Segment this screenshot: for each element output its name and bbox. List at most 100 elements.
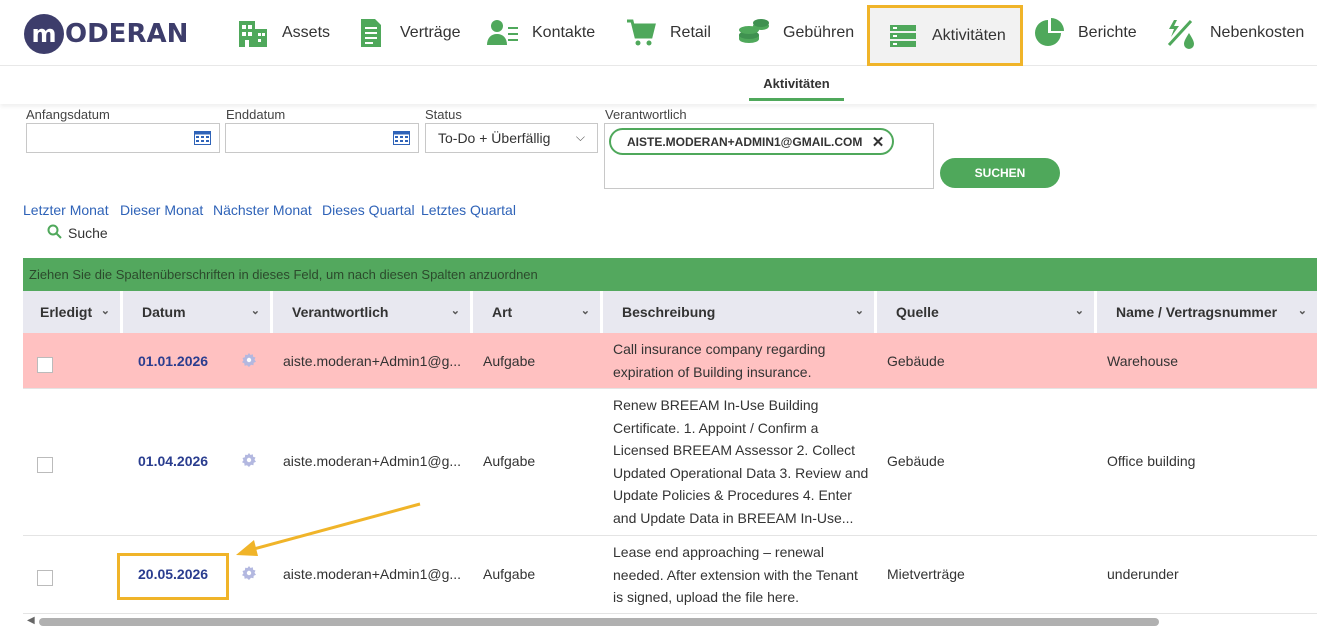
name-cell[interactable]: Office building bbox=[1107, 450, 1195, 473]
chevron-down-icon[interactable]: ⌄ bbox=[101, 304, 110, 317]
source-cell: Gebäude bbox=[887, 453, 945, 469]
responsible-cell: aiste.moderan+Admin1@g... bbox=[283, 453, 462, 469]
gear-icon[interactable] bbox=[242, 353, 256, 367]
description-line: expiration of Building insurance. bbox=[613, 363, 812, 380]
date-highlight-box bbox=[117, 553, 229, 600]
responsible-label: Verantwortlich bbox=[605, 107, 687, 122]
column-title: Art bbox=[492, 304, 513, 320]
quick-range-next-month[interactable]: Nächster Monat bbox=[213, 202, 312, 218]
done-checkbox[interactable] bbox=[37, 457, 53, 473]
tab-aktivitaeten[interactable]: Aktivitäten bbox=[749, 76, 844, 101]
source-cell: Gebäude bbox=[887, 353, 945, 369]
nav-assets[interactable]: Assets bbox=[236, 0, 330, 66]
nav-label: Retail bbox=[670, 24, 711, 41]
chevron-down-icon[interactable]: ⌄ bbox=[451, 304, 460, 317]
chevron-down-icon: ⌵ bbox=[575, 130, 585, 144]
table-row[interactable]: 01.04.2026 aiste.moderan+Admin1@g... Auf… bbox=[23, 389, 1317, 536]
chevron-down-icon[interactable]: ⌄ bbox=[251, 304, 260, 317]
sub-navigation: Aktivitäten bbox=[0, 66, 1317, 104]
column-header-datum[interactable]: Datum ⌄ bbox=[123, 291, 273, 333]
calendar-icon[interactable] bbox=[393, 131, 410, 150]
nav-label: Gebühren bbox=[783, 24, 855, 41]
moderan-logo[interactable]: m ODERAN bbox=[24, 12, 188, 56]
column-header-art[interactable]: Art ⌄ bbox=[473, 291, 603, 333]
quick-range-last-month[interactable]: Letzter Monat bbox=[23, 202, 109, 218]
type-cell: Aufgabe bbox=[483, 566, 536, 582]
responsible-multiselect[interactable]: AISTE.MODERAN+ADMIN1@GMAIL.COM ✕ bbox=[604, 123, 934, 189]
logo-mark: m bbox=[24, 14, 64, 54]
logo-text: ODERAN bbox=[65, 19, 189, 49]
nav-gebuehren[interactable]: Gebühren bbox=[737, 0, 854, 66]
column-title: Quelle bbox=[896, 304, 939, 320]
nav-label: Assets bbox=[282, 24, 331, 41]
close-icon[interactable]: ✕ bbox=[872, 133, 885, 151]
done-checkbox[interactable] bbox=[37, 357, 53, 373]
chevron-down-icon[interactable]: ⌄ bbox=[1298, 304, 1307, 317]
activities-icon bbox=[886, 19, 920, 53]
description-line: needed. After extension with the Tenant bbox=[613, 566, 858, 583]
cart-icon bbox=[624, 16, 658, 50]
nav-label: Aktivitäten bbox=[932, 26, 1006, 44]
nav-kontakte[interactable]: Kontakte bbox=[486, 0, 595, 66]
calendar-icon[interactable] bbox=[194, 131, 211, 150]
column-header-beschreibung[interactable]: Beschreibung ⌄ bbox=[603, 291, 877, 333]
description-line: Update Policies & Procedures 4. Enter bbox=[613, 487, 852, 503]
description-line: Updated Operational Data 3. Review and bbox=[613, 464, 869, 481]
nav-aktivitaeten[interactable]: Aktivitäten bbox=[867, 5, 1023, 66]
pie-chart-icon bbox=[1032, 16, 1066, 50]
responsible-chip[interactable]: AISTE.MODERAN+ADMIN1@GMAIL.COM ✕ bbox=[609, 128, 895, 155]
column-header-quelle[interactable]: Quelle ⌄ bbox=[877, 291, 1097, 333]
nav-nebenkosten[interactable]: Nebenkosten bbox=[1164, 0, 1304, 66]
search-button[interactable]: SUCHEN bbox=[940, 158, 1060, 188]
column-header-erledigt[interactable]: Erledigt ⌄ bbox=[23, 291, 123, 333]
scroll-left-icon[interactable]: ◀ bbox=[27, 615, 35, 626]
table-row[interactable]: 01.01.2026 aiste.moderan+Admin1@g... Auf… bbox=[23, 333, 1317, 389]
chevron-down-icon[interactable]: ⌄ bbox=[855, 304, 864, 317]
column-title: Beschreibung bbox=[622, 304, 716, 320]
start-date-input[interactable] bbox=[26, 123, 220, 153]
nav-retail[interactable]: Retail bbox=[624, 0, 711, 66]
type-cell: Aufgabe bbox=[483, 453, 536, 469]
nav-label: Kontakte bbox=[532, 24, 596, 41]
document-icon bbox=[354, 16, 388, 50]
description-line: Lease end approaching – renewal bbox=[613, 544, 824, 560]
scrollbar-thumb[interactable] bbox=[39, 618, 1159, 626]
search-icon bbox=[47, 224, 62, 242]
quick-range-last-quarter[interactable]: Letztes Quartal bbox=[421, 202, 516, 218]
gear-icon[interactable] bbox=[242, 566, 256, 580]
description-line: Licensed BREEAM Assessor 2. Collect bbox=[613, 442, 855, 458]
utilities-icon bbox=[1164, 16, 1198, 50]
top-navigation: m ODERAN Assets Verträge Kontakte Retail… bbox=[0, 0, 1317, 66]
date-link[interactable]: 01.04.2026 bbox=[138, 453, 208, 469]
horizontal-scrollbar[interactable]: ◀ bbox=[23, 613, 1317, 631]
nav-vertraege[interactable]: Verträge bbox=[354, 0, 460, 66]
name-cell[interactable]: Warehouse bbox=[1107, 350, 1178, 373]
name-cell[interactable]: underunder bbox=[1107, 563, 1179, 586]
coins-icon bbox=[737, 16, 771, 50]
description-line: Call insurance company regarding bbox=[613, 341, 826, 357]
column-header-verantwortlich[interactable]: Verantwortlich ⌄ bbox=[273, 291, 473, 333]
status-value: To-Do + Überfällig bbox=[438, 130, 551, 146]
search-toggle[interactable]: Suche bbox=[47, 224, 108, 242]
annotation-arrow-icon bbox=[236, 502, 421, 556]
building-icon bbox=[236, 16, 270, 50]
end-date-input[interactable] bbox=[225, 123, 419, 153]
column-title: Verantwortlich bbox=[292, 304, 389, 320]
date-link[interactable]: 01.01.2026 bbox=[138, 353, 208, 369]
column-header-name[interactable]: Name / Vertragsnummer ⌄ bbox=[1097, 291, 1317, 333]
quick-range-this-quarter[interactable]: Dieses Quartal bbox=[322, 202, 415, 218]
status-select[interactable]: To-Do + Überfällig ⌵ bbox=[425, 123, 598, 153]
contacts-icon bbox=[486, 16, 520, 50]
nav-label: Nebenkosten bbox=[1210, 24, 1305, 41]
gear-icon[interactable] bbox=[242, 453, 256, 467]
nav-berichte[interactable]: Berichte bbox=[1032, 0, 1137, 66]
description-line: and Update Data in BREEAM In-Use... bbox=[613, 509, 854, 526]
search-toggle-label: Suche bbox=[68, 225, 108, 241]
chevron-down-icon[interactable]: ⌄ bbox=[1075, 304, 1084, 317]
done-checkbox[interactable] bbox=[37, 570, 53, 586]
column-title: Name / Vertragsnummer bbox=[1116, 304, 1278, 320]
column-title: Datum bbox=[142, 304, 186, 320]
quick-range-this-month[interactable]: Dieser Monat bbox=[120, 202, 203, 218]
group-drop-area[interactable]: Ziehen Sie die Spaltenüberschriften in d… bbox=[23, 258, 1317, 291]
chevron-down-icon[interactable]: ⌄ bbox=[581, 304, 590, 317]
